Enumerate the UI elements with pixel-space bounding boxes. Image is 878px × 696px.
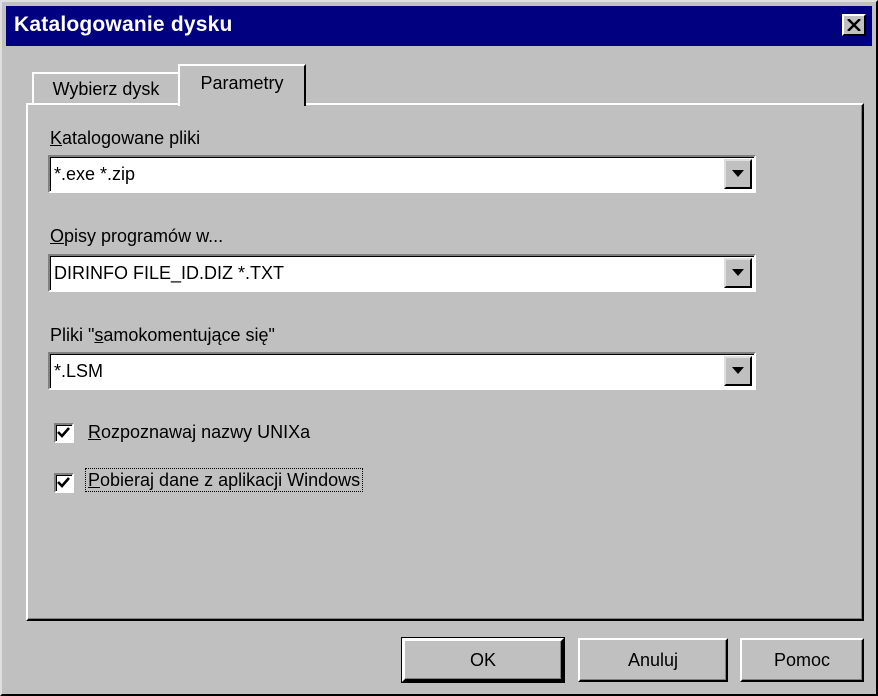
- tab-parametry[interactable]: Parametry: [178, 64, 306, 106]
- windows-data-checkbox[interactable]: [54, 473, 74, 493]
- chevron-down-icon: [732, 269, 744, 276]
- chevron-down-icon: [732, 367, 744, 374]
- ok-button[interactable]: OK: [401, 637, 565, 683]
- program-desc-label: Opisy programów w...: [50, 226, 224, 246]
- windows-data-label[interactable]: Pobieraj dane z aplikacji Windows: [85, 468, 364, 492]
- help-button[interactable]: Pomoc: [740, 638, 864, 682]
- cataloged-files-value: *.exe *.zip: [54, 164, 136, 184]
- close-icon: [847, 19, 861, 31]
- checkmark-icon: [57, 477, 70, 488]
- program-desc-combobox[interactable]: DIRINFO FILE_ID.DIZ *.TXT: [48, 254, 756, 292]
- self-comment-dropdown-button[interactable]: [724, 356, 752, 386]
- self-comment-combobox[interactable]: *.LSM: [48, 352, 756, 390]
- help-button-label: Pomoc: [773, 649, 831, 670]
- self-comment-value: *.LSM: [54, 361, 104, 381]
- ok-button-label: OK: [469, 649, 496, 670]
- title-bar[interactable]: Katalogowanie dysku: [6, 6, 872, 46]
- program-desc-value: DIRINFO FILE_ID.DIZ *.TXT: [54, 263, 285, 283]
- cancel-button-label: Anuluj: [627, 649, 679, 670]
- cancel-button[interactable]: Anuluj: [578, 638, 728, 682]
- cataloged-files-label: Katalogowane pliki: [50, 128, 201, 148]
- checkmark-icon: [57, 427, 70, 438]
- tab-label: Wybierz dysk: [52, 79, 160, 99]
- window-title: Katalogowanie dysku: [14, 13, 233, 36]
- focus-rectangle: Pobieraj dane z aplikacji Windows: [85, 468, 364, 492]
- tab-wybierz-dysk[interactable]: Wybierz dysk: [32, 72, 180, 104]
- program-desc-dropdown-button[interactable]: [724, 258, 752, 288]
- self-comment-label: Pliki "samokomentujące się": [50, 325, 275, 345]
- cataloged-files-combobox[interactable]: *.exe *.zip: [48, 155, 756, 193]
- chevron-down-icon: [732, 170, 744, 177]
- cataloged-files-dropdown-button[interactable]: [724, 159, 752, 189]
- close-button[interactable]: [842, 14, 866, 36]
- unix-names-label[interactable]: Rozpoznawaj nazwy UNIXa: [88, 422, 310, 443]
- unix-names-checkbox[interactable]: [54, 423, 74, 443]
- dialog-window: Katalogowanie dysku Wybierz dysk Paramet…: [0, 0, 878, 696]
- tab-label: Parametry: [200, 73, 284, 93]
